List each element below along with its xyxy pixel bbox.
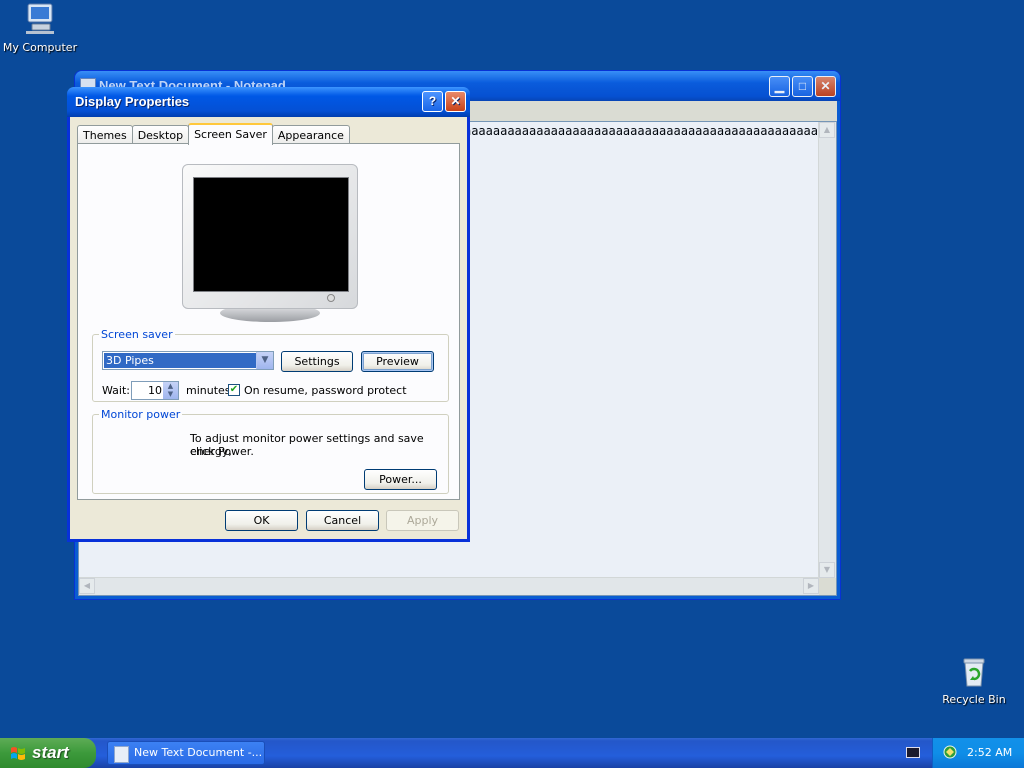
horizontal-scrollbar[interactable]: ◀ ▶ [79, 577, 819, 595]
taskbar-item-label: New Text Document -... [134, 746, 263, 759]
windows-flag-icon [11, 747, 25, 760]
screen-saver-group: Screen saver 3D Pipes ▼ Settings Preview… [92, 328, 449, 402]
wait-label: Wait: [102, 384, 130, 397]
help-button[interactable]: ? [422, 91, 443, 112]
my-computer-label: My Computer [2, 41, 78, 54]
close-button[interactable]: ✕ [815, 76, 836, 97]
screen-saver-panel: Screen saver 3D Pipes ▼ Settings Preview… [77, 143, 460, 500]
help-icon: ? [428, 94, 437, 108]
tab-screen-saver[interactable]: Screen Saver [188, 123, 273, 145]
close-icon: ✕ [450, 94, 461, 108]
ok-button[interactable]: OK [225, 510, 298, 531]
clock[interactable]: 2:52 AM [967, 746, 1012, 759]
start-button[interactable]: start [0, 738, 96, 768]
preview-screen [193, 177, 349, 292]
taskbar-item-notepad[interactable]: New Text Document -... [107, 741, 265, 765]
minimize-button[interactable]: ▁ [769, 76, 790, 97]
desktop-icon-recycle-bin[interactable]: Recycle Bin [934, 656, 1014, 706]
dialog-title: Display Properties [75, 94, 190, 109]
maximize-icon: □ [798, 79, 807, 93]
scroll-right-icon[interactable]: ▶ [803, 578, 819, 594]
start-label: start [32, 743, 69, 762]
preview-button[interactable]: Preview [361, 351, 434, 372]
close-icon: ✕ [820, 79, 831, 93]
desktop-icon-my-computer[interactable]: My Computer [0, 2, 80, 54]
tab-desktop[interactable]: Desktop [131, 125, 190, 144]
tab-appearance[interactable]: Appearance [271, 125, 350, 144]
wait-value: 10 [148, 384, 162, 397]
minutes-label: minutes [186, 384, 231, 397]
size-grip [819, 578, 836, 595]
notepad-icon [114, 746, 129, 763]
screen-saver-selected: 3D Pipes [104, 353, 256, 368]
screen-saver-legend: Screen saver [101, 328, 173, 341]
password-protect-checkbox[interactable]: ✔ [228, 384, 240, 396]
monitor-power-legend: Monitor power [101, 408, 181, 421]
power-led-icon [327, 294, 335, 302]
apply-button[interactable]: Apply [386, 510, 459, 531]
dialog-title-bar[interactable]: Display Properties ? ✕ [67, 87, 470, 117]
monitor-preview [182, 164, 358, 324]
display-properties-dialog[interactable]: Display Properties ? ✕ Themes Desktop Sc… [67, 87, 470, 542]
chevron-down-icon[interactable]: ▼ [256, 352, 273, 369]
cancel-button[interactable]: Cancel [306, 510, 379, 531]
network-icon[interactable] [943, 745, 957, 759]
spinner-arrows-icon[interactable]: ▲ ▼ [163, 382, 178, 399]
monitor-case [182, 164, 358, 309]
taskbar: start New Text Document -... 2:52 AM [0, 738, 1024, 768]
system-tray: 2:52 AM [932, 738, 1024, 768]
scroll-left-icon[interactable]: ◀ [79, 578, 95, 594]
vertical-scrollbar[interactable]: ▲ ▼ [818, 122, 836, 578]
recycle-bin-label: Recycle Bin [942, 693, 1006, 706]
power-button[interactable]: Power... [364, 469, 437, 490]
tab-strip: Themes Desktop Screen Saver Appearance [77, 123, 350, 145]
recycle-bin-icon [963, 658, 985, 687]
maximize-button[interactable]: □ [792, 76, 813, 97]
my-computer-icon [26, 3, 54, 34]
screen-saver-select[interactable]: 3D Pipes ▼ [102, 351, 274, 370]
monitor-power-text-line2: click Power. [190, 445, 254, 458]
keyboard-icon[interactable] [906, 747, 920, 758]
wait-spinner[interactable]: 10 ▲ ▼ [131, 381, 179, 400]
password-protect-label[interactable]: On resume, password protect [244, 384, 407, 397]
monitor-power-group: Monitor power To adjust monitor power se… [92, 408, 449, 494]
dialog-close-button[interactable]: ✕ [445, 91, 466, 112]
minimize-icon: ▁ [774, 79, 785, 93]
scroll-down-icon[interactable]: ▼ [819, 562, 835, 578]
scroll-up-icon[interactable]: ▲ [819, 122, 835, 138]
settings-button[interactable]: Settings [281, 351, 353, 372]
tab-themes[interactable]: Themes [77, 125, 133, 144]
